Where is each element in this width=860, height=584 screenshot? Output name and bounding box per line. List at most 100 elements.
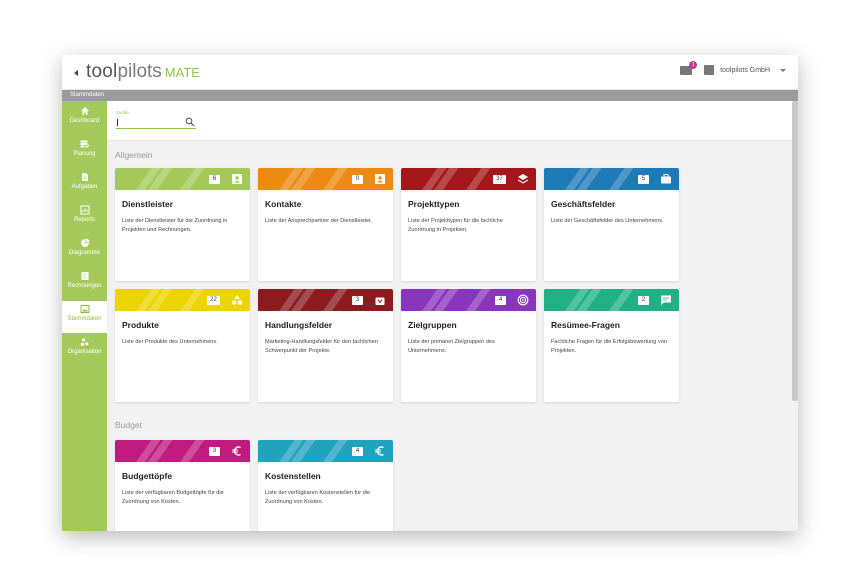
- section-title-budget: Budget: [115, 420, 142, 430]
- card-description: Fachliche Fragen für die Erfolgsbewertun…: [551, 339, 667, 354]
- card-description: Liste der Dienstleister für die Zuordnun…: [122, 218, 228, 233]
- logo-text-mate: MATE: [164, 65, 200, 80]
- sidebar-item-organisation[interactable]: Organisation: [62, 334, 107, 366]
- card-header: 0: [258, 168, 393, 190]
- shapes-icon: [232, 295, 242, 305]
- scrollbar[interactable]: [792, 101, 798, 401]
- card-description: Liste der Ansprechpartner der Dienstleis…: [265, 218, 373, 224]
- card-geschaeftsfelder[interactable]: 5 Geschäftsfelder Liste der Geschäftsfel…: [544, 168, 679, 281]
- card-header: 3: [115, 440, 250, 462]
- card-description: Liste der primären Zielgruppen des Unter…: [408, 339, 495, 354]
- org-icon: [80, 338, 88, 346]
- card-title: Produkte: [122, 320, 159, 330]
- card-produkte[interactable]: 22 Produkte Liste der Produkte des Unter…: [115, 289, 250, 402]
- card-header: 22: [115, 289, 250, 311]
- card-budgettoepfe[interactable]: 3 Budgettöpfe Liste der verfügbaren Budg…: [115, 440, 250, 531]
- sidebar-item-label: Organisation: [67, 349, 102, 355]
- main-content: Suche Allgemein 6 Dienstleister Liste de…: [107, 101, 798, 531]
- card-kontakte[interactable]: 0 Kontakte Liste der Ansprechpartner der…: [258, 168, 393, 281]
- sidebar-item-stammdaten[interactable]: Stammdaten: [62, 301, 107, 333]
- euro-icon: [375, 446, 384, 456]
- sidebar-item-reports[interactable]: Reports: [62, 202, 107, 234]
- sidebar-item-aufgaben[interactable]: Aufgaben: [62, 169, 107, 201]
- card-handlungsfelder[interactable]: 3 Handlungsfelder Marketing-Handlungsfel…: [258, 289, 393, 402]
- sidebar-item-planung[interactable]: Planung: [62, 136, 107, 168]
- chevron-down-icon[interactable]: [780, 68, 786, 72]
- home-icon: [80, 107, 89, 115]
- breadcrumb: Stammdaten: [62, 90, 798, 101]
- count-badge: 5: [638, 175, 649, 184]
- count-badge: 3: [352, 296, 363, 305]
- section-title-allgemein: Allgemein: [115, 150, 153, 160]
- contact-card-icon: [375, 174, 385, 184]
- card-title: Kostenstellen: [265, 471, 321, 481]
- card-resuemee-fragen[interactable]: 2 Resümee-Fragen Fachliche Fragen für di…: [544, 289, 679, 402]
- sidebar-item-dashboard[interactable]: Dashboard: [62, 103, 107, 135]
- count-badge: 4: [352, 447, 363, 456]
- sidebar-item-label: Stammdaten: [67, 316, 102, 322]
- count-badge: 0: [352, 175, 363, 184]
- card-title: Resümee-Fragen: [551, 320, 620, 330]
- search-bar: Suche: [107, 101, 798, 141]
- mail-badge: 1: [689, 60, 698, 69]
- card-description: Liste der Produkte des Unternehmens.: [122, 339, 218, 345]
- app-window: tool pilots MATE 1 toolpilots GmbH Stamm…: [62, 55, 798, 531]
- invoice-icon: [81, 272, 88, 280]
- image-box-icon: [80, 305, 89, 313]
- app-logo[interactable]: tool pilots MATE: [86, 61, 200, 83]
- mail-icon[interactable]: 1: [680, 60, 698, 75]
- card-dienstleister[interactable]: 6 Dienstleister Liste der Dienstleister …: [115, 168, 250, 281]
- card-description: Liste der Geschäftsfelder des Unternehme…: [551, 218, 664, 224]
- pie-chart-icon: [80, 238, 89, 247]
- sidebar-item-label: Reports: [73, 217, 95, 223]
- card-header: 2: [544, 289, 679, 311]
- sidebar-item-diagramme[interactable]: Diagramme: [62, 235, 107, 267]
- top-bar: tool pilots MATE 1 toolpilots GmbH: [62, 55, 798, 90]
- card-kostenstellen[interactable]: 4 Kostenstellen Liste der verfügbaren Ko…: [258, 440, 393, 531]
- logo-text-pilots: pilots: [117, 61, 162, 82]
- card-title: Geschäftsfelder: [551, 199, 616, 209]
- target-icon: [517, 294, 529, 306]
- card-header: 37: [401, 168, 536, 190]
- logo-text-tool: tool: [86, 61, 118, 82]
- chart-box-icon: [80, 205, 89, 215]
- document-icon: [81, 173, 88, 181]
- sidebar-item-label: Dashboard: [69, 118, 100, 124]
- gift-icon: [375, 297, 385, 305]
- sidebar-item-label: Diagramme: [68, 250, 100, 256]
- text-cursor: [117, 119, 118, 126]
- collapse-arrow-icon[interactable]: [72, 68, 80, 78]
- card-zielgruppen[interactable]: 4 Zielgruppen Liste der primären Zielgru…: [401, 289, 536, 402]
- account-area: 1 toolpilots GmbH: [680, 60, 786, 75]
- count-badge: 3: [209, 447, 220, 456]
- layers-icon: [518, 174, 528, 184]
- contact-card-icon: [232, 174, 242, 184]
- count-badge: 22: [207, 296, 220, 305]
- search-icon[interactable]: [185, 117, 195, 127]
- count-badge: 2: [638, 296, 649, 305]
- card-header: 6: [115, 168, 250, 190]
- count-badge: 37: [493, 175, 506, 184]
- search-label: Suche: [116, 110, 129, 115]
- card-description: Liste der Projekttypen für die fachliche…: [408, 218, 503, 233]
- card-description: Liste der verfügbaren Budgettöpfe für di…: [122, 490, 224, 505]
- sidebar: Dashboard Planung Aufgaben Reports Diagr…: [62, 101, 107, 531]
- card-header: 4: [401, 289, 536, 311]
- search-input[interactable]: Suche: [116, 110, 196, 129]
- card-title: Zielgruppen: [408, 320, 457, 330]
- count-badge: 4: [495, 296, 506, 305]
- card-description: Marketing-Handlungsfelder für den fachli…: [265, 339, 378, 354]
- card-header: 3: [258, 289, 393, 311]
- card-title: Handlungsfelder: [265, 320, 333, 330]
- sidebar-item-label: Planung: [73, 151, 96, 157]
- card-title: Projekttypen: [408, 199, 460, 209]
- card-title: Budgettöpfe: [122, 471, 173, 481]
- card-title: Kontakte: [265, 199, 302, 209]
- sidebar-item-rechnungen[interactable]: Rechnungen: [62, 268, 107, 300]
- card-header: 4: [258, 440, 393, 462]
- sidebar-item-label: Aufgaben: [71, 184, 98, 190]
- card-projekttypen[interactable]: 37 Projekttypen Liste der Projekttypen f…: [401, 168, 536, 281]
- sidebar-item-label: Rechnungen: [67, 283, 102, 289]
- company-name[interactable]: toolpilots GmbH: [720, 67, 770, 74]
- chat-icon: [661, 295, 671, 305]
